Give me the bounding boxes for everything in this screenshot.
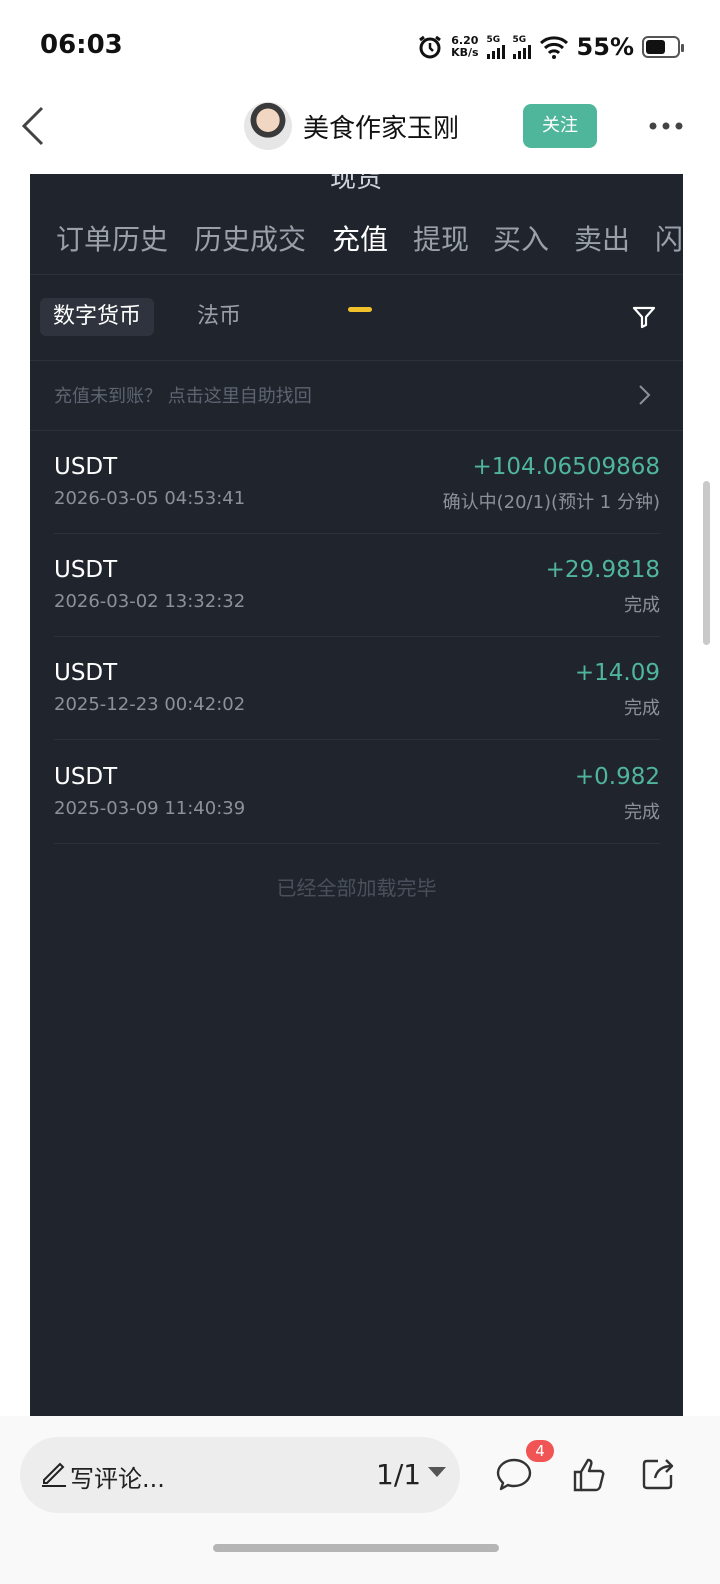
comment-icon[interactable] (494, 1455, 534, 1495)
caret-down-icon[interactable] (428, 1467, 446, 1477)
tab-order-history[interactable]: 订单历史 (56, 218, 168, 258)
pen-icon (42, 1462, 66, 1487)
currency-subtabs: 数字货币 法币 (30, 274, 683, 361)
record-coin: USDT (54, 454, 118, 480)
deposit-record[interactable]: USDT 2025-03-09 11:40:39 +0.982 完成 (54, 740, 660, 844)
record-coin: USDT (54, 557, 118, 583)
signal-icon-2: 5G (512, 34, 531, 59)
net-speed-unit: KB/s (451, 46, 479, 59)
subtab-fiat[interactable]: 法币 (184, 298, 254, 336)
screenshot-panel: 现货 订单历史 历史成交 充值 提现 买入 卖出 闪 数字货币 法币 充值未到账… (30, 174, 683, 1416)
tab-withdraw[interactable]: 提现 (413, 218, 469, 258)
back-chevron-icon[interactable] (14, 104, 54, 148)
record-amount: +29.9818 (545, 557, 660, 583)
tab-trade-history[interactable]: 历史成交 (194, 218, 306, 258)
record-amount: +14.09 (574, 660, 660, 686)
sim2-label: 5G (512, 34, 527, 45)
comment-count-badge: 4 (526, 1440, 554, 1462)
net-speed: 6.20 KB/s (451, 35, 478, 59)
wifi-icon (539, 36, 568, 59)
panel-cut-title: 现货 (330, 174, 383, 194)
home-indicator[interactable] (213, 1544, 499, 1552)
alarm-icon (419, 35, 441, 59)
deposit-record[interactable]: USDT 2025-12-23 00:42:02 +14.09 完成 (54, 636, 660, 740)
chevron-right-icon (639, 385, 651, 405)
subtab-crypto[interactable]: 数字货币 (40, 298, 155, 336)
share-icon[interactable] (638, 1454, 678, 1494)
record-amount: +104.06509868 (472, 454, 660, 480)
battery-icon (642, 36, 684, 58)
record-coin: USDT (54, 764, 118, 790)
record-date: 2025-12-23 00:42:02 (54, 694, 246, 715)
status-icons: 6.20 KB/s 5G 5G 55% (417, 30, 684, 64)
thumbs-up-icon[interactable] (570, 1455, 610, 1495)
record-status: 确认中(20/1)(预计 1 分钟) (442, 492, 660, 513)
status-time: 06:03 (40, 30, 123, 60)
record-date: 2025-03-09 11:40:39 (54, 798, 246, 819)
record-status: 完成 (624, 595, 660, 616)
record-date: 2026-03-02 13:32:32 (54, 591, 246, 612)
record-amount: +0.982 (574, 764, 660, 790)
page-indicator[interactable]: 1/1 (376, 1458, 421, 1491)
signal-icon-1: 5G (486, 34, 505, 59)
comment-placeholder[interactable]: 写评论... (70, 1459, 165, 1494)
scrollbar[interactable] (703, 481, 710, 645)
notice-text: 充值未到账？ 点击这里自助找回 (54, 386, 312, 407)
sim1-label: 5G (486, 34, 501, 45)
record-status: 完成 (624, 802, 660, 823)
battery-percent: 55% (576, 33, 634, 61)
record-coin: USDT (54, 660, 118, 686)
tab-buy[interactable]: 买入 (493, 218, 549, 258)
end-of-list-text: 已经全部加载完毕 (276, 876, 437, 900)
tab-deposit[interactable]: 充值 (332, 218, 388, 258)
record-date: 2026-03-05 04:53:41 (54, 488, 246, 509)
deposit-record[interactable]: USDT 2026-03-05 04:53:41 +104.06509868 确… (54, 430, 660, 534)
more-icon[interactable] (646, 108, 686, 144)
record-status: 完成 (624, 698, 660, 719)
tab-flash[interactable]: 闪 (655, 218, 683, 258)
author-avatar[interactable] (244, 102, 292, 150)
order-tabs: 订单历史 历史成交 充值 提现 买入 卖出 闪 (30, 214, 683, 312)
tab-sell[interactable]: 卖出 (574, 218, 630, 258)
filter-icon[interactable] (631, 304, 657, 330)
follow-button[interactable]: 关注 (523, 104, 597, 148)
author-name[interactable]: 美食作家玉刚 (303, 108, 459, 145)
deposit-record[interactable]: USDT 2026-03-02 13:32:32 +29.9818 完成 (54, 533, 660, 637)
missing-deposit-notice[interactable]: 充值未到账？ 点击这里自助找回 (30, 360, 683, 431)
